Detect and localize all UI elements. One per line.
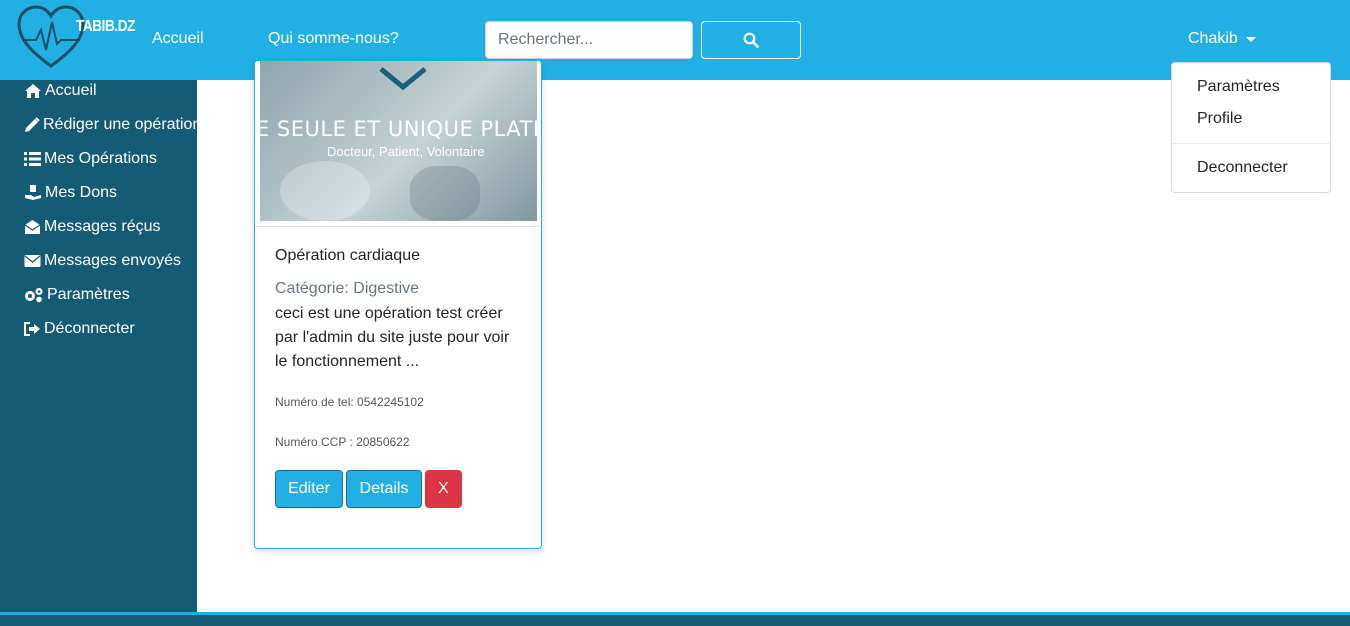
card-image: E SEULE ET UNIQUE PLATFO Docteur, Patien… xyxy=(260,61,537,221)
user-name: Chakib xyxy=(1188,30,1238,47)
nav-link-accueil[interactable]: Accueil xyxy=(152,30,204,48)
dropdown-item-deconnecter[interactable]: Deconnecter xyxy=(1197,159,1288,177)
dropdown-divider xyxy=(1172,143,1330,144)
card-phone: Numéro de tel: 0542245102 xyxy=(275,395,424,409)
sidebar-item-label: Mes Opérations xyxy=(44,150,157,167)
sidebar-item-parametres[interactable]: Paramètres xyxy=(24,286,130,304)
search-icon xyxy=(743,32,759,48)
sidebar-item-label: Mes Dons xyxy=(45,184,118,201)
sidebar-item-label: Paramètres xyxy=(47,286,130,303)
image-blob xyxy=(280,161,370,221)
user-dropdown-menu: Paramètres Profile Deconnecter xyxy=(1171,62,1331,193)
dropdown-item-profile[interactable]: Profile xyxy=(1197,110,1242,128)
chevron-down-icon xyxy=(379,67,427,91)
sidebar-item-rediger-operation[interactable]: Rédiger une opération xyxy=(24,116,201,134)
sidebar-item-messages-recus[interactable]: Messages réçus xyxy=(24,218,161,236)
sidebar-item-label: Déconnecter xyxy=(44,320,135,337)
footer-bar xyxy=(0,612,1350,626)
sidebar-item-accueil[interactable]: Accueil xyxy=(24,82,97,100)
dropdown-item-parametres[interactable]: Paramètres xyxy=(1197,78,1280,96)
card-ccp: Numéro CCP : 20850622 xyxy=(275,435,410,449)
nav-link-qui-sommes-nous[interactable]: Qui somme-nous? xyxy=(268,30,399,48)
image-blob xyxy=(410,166,480,221)
image-subline: Docteur, Patient, Volontaire xyxy=(327,144,485,159)
heart-logo-icon xyxy=(17,5,85,68)
operation-card: E SEULE ET UNIQUE PLATFO Docteur, Patien… xyxy=(254,60,542,549)
gears-icon xyxy=(25,288,43,303)
sidebar-item-messages-envoyes[interactable]: Messages envoyés xyxy=(24,252,181,270)
sidebar-item-deconnecter[interactable]: Déconnecter xyxy=(24,320,135,338)
search-input[interactable] xyxy=(485,21,693,59)
sidebar-item-label: Messages réçus xyxy=(44,218,161,235)
sidebar-item-mes-operations[interactable]: Mes Opérations xyxy=(24,150,157,168)
brand-logo[interactable]: TABIB.DZ xyxy=(16,4,135,72)
brand-text: TABIB.DZ xyxy=(76,18,136,35)
caret-down-icon xyxy=(1245,36,1256,42)
card-divider xyxy=(255,226,541,227)
image-headline: E SEULE ET UNIQUE PLATFO xyxy=(260,117,537,141)
pen-icon xyxy=(25,117,40,132)
sidebar-item-mes-dons[interactable]: Mes Dons xyxy=(24,184,117,202)
envelope-icon xyxy=(24,255,41,267)
donate-icon xyxy=(25,185,41,200)
list-icon xyxy=(24,152,41,166)
sidebar: Accueil Rédiger une opération Mes Opérat… xyxy=(0,80,201,612)
sidebar-item-label: Messages envoyés xyxy=(44,252,181,269)
details-button[interactable]: Details xyxy=(346,470,422,508)
sign-out-icon xyxy=(24,322,40,336)
card-title: Opération cardiaque xyxy=(275,247,420,264)
sidebar-item-label: Accueil xyxy=(45,82,97,99)
search-button[interactable] xyxy=(701,21,801,59)
delete-button[interactable]: X xyxy=(425,470,462,508)
home-icon xyxy=(25,84,41,98)
card-description: ceci est une opération test créer par l'… xyxy=(275,305,510,370)
envelope-open-icon xyxy=(24,220,41,234)
card-category: Catégorie: Digestive xyxy=(275,280,420,297)
user-menu-toggle[interactable]: Chakib xyxy=(1188,30,1256,48)
sidebar-item-label: Rédiger une opération xyxy=(43,116,202,133)
top-navbar: TABIB.DZ Accueil Qui somme-nous? Chakib xyxy=(0,0,1350,80)
edit-button[interactable]: Editer xyxy=(275,470,343,508)
